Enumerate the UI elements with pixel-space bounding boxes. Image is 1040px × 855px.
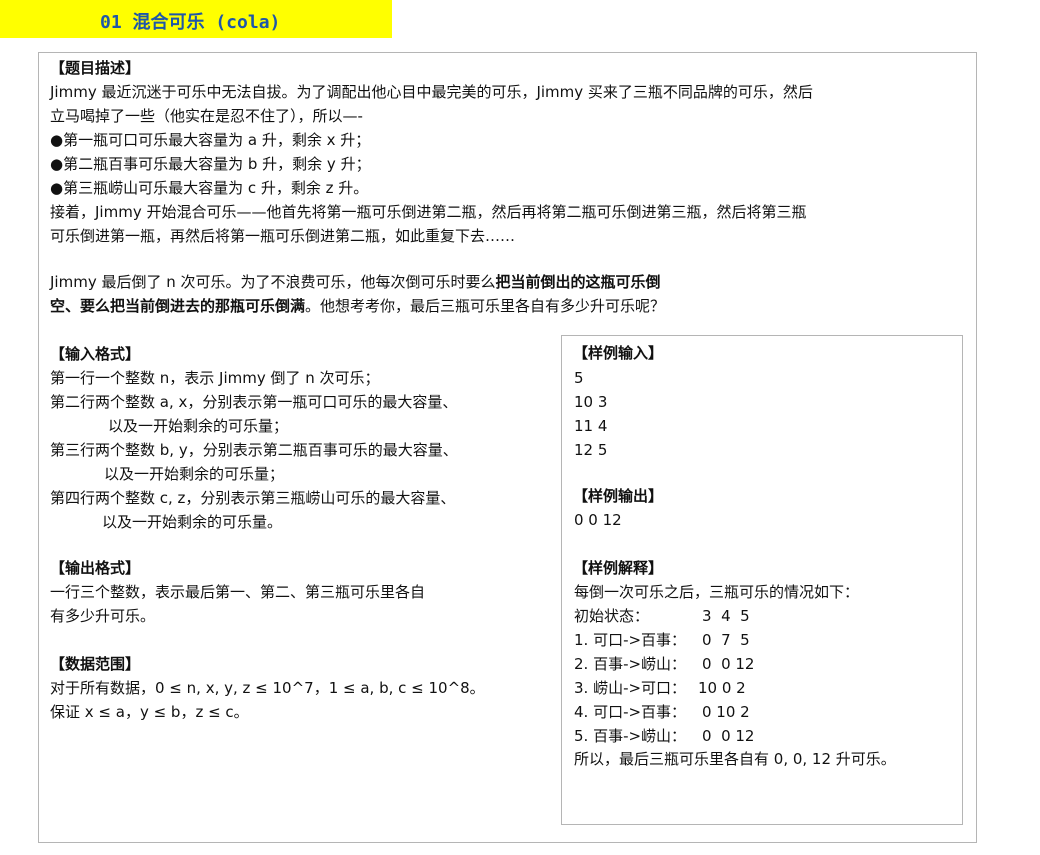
sample-output-line: 0 0 12 — [574, 511, 622, 529]
sample-step-value: 10 0 2 — [698, 679, 746, 697]
bullet-item: ●第二瓶百事可乐最大容量为 b 升，剩余 y 升； — [50, 152, 371, 176]
description-text: 。他想考考你，最后三瓶可乐里各自有多少升可乐呢？ — [305, 297, 666, 315]
sample-input-line: 11 4 — [574, 417, 608, 435]
sample-step-label: 5. 百事->崂山： — [574, 727, 687, 745]
sample-step-value: 0 7 5 — [702, 631, 750, 649]
bullet-item: ●第三瓶崂山可乐最大容量为 c 升，剩余 z 升。 — [50, 176, 368, 200]
input-format-line: 以及一开始剩余的可乐量； — [104, 465, 285, 483]
input-format-line: 第三行两个整数 b, y，分别表示第二瓶百事可乐的最大容量、 — [50, 441, 458, 459]
bullet-icon: ● — [50, 155, 64, 173]
sample-output-heading: 【样例输出】 — [573, 487, 664, 505]
sample-step-label: 1. 可口->百事： — [574, 631, 687, 649]
sample-step-value: 3 4 5 — [702, 607, 750, 625]
description-text: Jimmy 最后倒了 n 次可乐。为了不浪费可乐，他每次倒可乐时要么 — [50, 273, 496, 291]
description-emphasis: 空、要么把当前倒进去的那瓶可乐倒满 — [50, 297, 306, 315]
description-heading: 【题目描述】 — [50, 59, 141, 77]
input-format-heading: 【输入格式】 — [50, 345, 141, 363]
description-line-6: 空、要么把当前倒进去的那瓶可乐倒满。他想考考你，最后三瓶可乐里各自有多少升可乐呢… — [50, 294, 665, 318]
description-line-3: 接着，Jimmy 开始混合可乐——他首先将第一瓶可乐倒进第二瓶，然后再将第二瓶可… — [50, 203, 807, 221]
sample-input-line: 5 — [574, 369, 584, 387]
input-format-line: 以及一开始剩余的可乐量。 — [102, 513, 283, 531]
description-line-1: Jimmy 最近沉迷于可乐中无法自拔。为了调配出他心目中最完美的可乐，Jimmy… — [50, 83, 813, 101]
description-line-4: 可乐倒进第一瓶，再然后将第一瓶可乐倒进第二瓶，如此重复下去…… — [50, 227, 516, 245]
bullet-text: 第一瓶可口可乐最大容量为 a 升，剩余 x 升； — [63, 131, 371, 149]
input-format-line: 第一行一个整数 n，表示 Jimmy 倒了 n 次可乐； — [50, 369, 380, 387]
description-line-5: Jimmy 最后倒了 n 次可乐。为了不浪费可乐，他每次倒可乐时要么把当前倒出的… — [50, 270, 661, 294]
data-range-line: 对于所有数据，0 ≤ n, x, y, z ≤ 10^7，1 ≤ a, b, c… — [50, 679, 485, 697]
input-format-line: 第二行两个整数 a, x，分别表示第一瓶可口可乐的最大容量、 — [50, 393, 458, 411]
data-range-heading: 【数据范围】 — [50, 655, 141, 673]
input-format-line: 以及一开始剩余的可乐量； — [108, 417, 289, 435]
sample-step-value: 0 0 12 — [702, 655, 755, 673]
sample-step-label: 3. 崂山->可口： — [574, 679, 687, 697]
sample-step-value: 0 10 2 — [702, 703, 750, 721]
sample-explanation-heading: 【样例解释】 — [573, 559, 664, 577]
sample-input-line: 12 5 — [574, 441, 608, 459]
description-emphasis: 把当前倒出的这瓶可乐倒 — [495, 273, 661, 291]
output-format-line: 一行三个整数，表示最后第一、第二、第三瓶可乐里各自 — [50, 583, 426, 601]
sample-step-label: 2. 百事->崂山： — [574, 655, 687, 673]
bullet-icon: ● — [50, 131, 64, 149]
sample-explanation-conclusion: 所以，最后三瓶可乐里各自有 0, 0, 12 升可乐。 — [574, 750, 896, 768]
output-format-line: 有多少升可乐。 — [50, 607, 156, 625]
bullet-text: 第三瓶崂山可乐最大容量为 c 升，剩余 z 升。 — [63, 179, 369, 197]
title-banner: 01 混合可乐 (cola) — [0, 0, 392, 38]
sample-input-line: 10 3 — [574, 393, 608, 411]
output-format-heading: 【输出格式】 — [50, 559, 141, 577]
input-format-line: 第四行两个整数 c, z，分别表示第三瓶崂山可乐的最大容量、 — [50, 489, 456, 507]
description-line-2: 立马喝掉了一些（他实在是忍不住了），所以—- — [50, 107, 363, 125]
sample-explanation-intro: 每倒一次可乐之后，三瓶可乐的情况如下： — [574, 583, 860, 601]
sample-step-label: 4. 可口->百事： — [574, 703, 687, 721]
bullet-icon: ● — [50, 179, 64, 197]
bullet-text: 第二瓶百事可乐最大容量为 b 升，剩余 y 升； — [63, 155, 371, 173]
sample-input-heading: 【样例输入】 — [573, 344, 664, 362]
data-range-line: 保证 x ≤ a，y ≤ b，z ≤ c。 — [50, 703, 249, 721]
sample-step-label: 初始状态： — [574, 607, 650, 625]
page-title: 01 混合可乐 (cola) — [100, 12, 281, 33]
sample-step-value: 0 0 12 — [702, 727, 755, 745]
bullet-item: ●第一瓶可口可乐最大容量为 a 升，剩余 x 升； — [50, 128, 370, 152]
